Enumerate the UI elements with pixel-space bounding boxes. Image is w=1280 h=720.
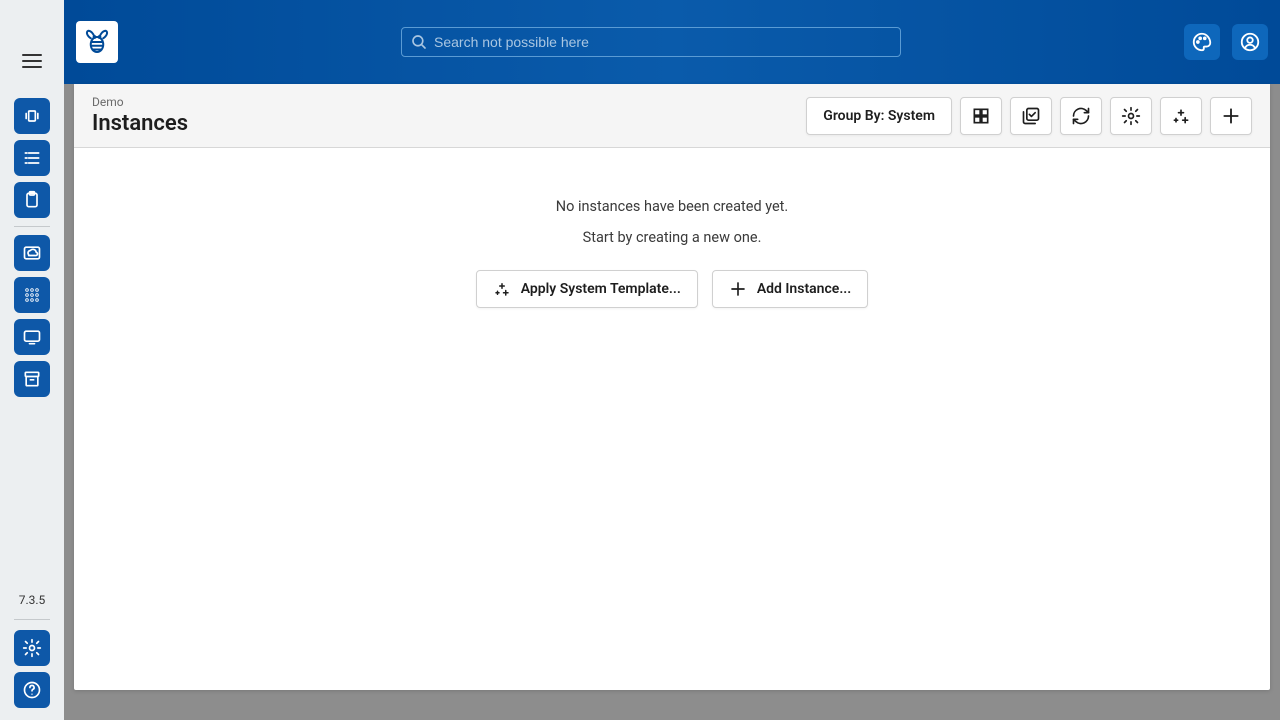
- theme-button[interactable]: [1184, 24, 1220, 60]
- sparkle-icon: [493, 280, 511, 298]
- sidebar-divider: [14, 226, 50, 227]
- content-card: Demo Instances Group By: System: [74, 84, 1270, 690]
- sidebar-divider-bottom: [14, 619, 50, 620]
- app-logo[interactable]: [76, 21, 118, 63]
- group-by-button[interactable]: Group By: System: [806, 97, 952, 135]
- check-stack-icon: [1021, 106, 1041, 126]
- apps-grid-icon: [22, 285, 42, 305]
- sidebar-item-archive[interactable]: [14, 361, 50, 397]
- monitor-icon: [22, 327, 42, 347]
- empty-message-2: Start by creating a new one.: [583, 229, 762, 246]
- help-icon: [22, 680, 42, 700]
- account-button[interactable]: [1232, 24, 1268, 60]
- sidebar-item-list[interactable]: [14, 140, 50, 176]
- apply-template-label: Apply System Template...: [521, 281, 681, 297]
- view-grid-button[interactable]: [960, 97, 1002, 135]
- sync-button[interactable]: [1060, 97, 1102, 135]
- archive-icon: [22, 369, 42, 389]
- main-region: Demo Instances Group By: System: [64, 0, 1280, 720]
- topbar: [64, 0, 1280, 84]
- sidebar-item-apps[interactable]: [14, 277, 50, 313]
- search-box[interactable]: [401, 27, 901, 57]
- apply-template-button[interactable]: Apply System Template...: [476, 270, 698, 308]
- card-header: Demo Instances Group By: System: [74, 84, 1270, 148]
- list-icon: [22, 148, 42, 168]
- hamburger-icon: [20, 49, 44, 73]
- account-icon: [1239, 31, 1261, 53]
- search-input[interactable]: [434, 34, 892, 50]
- version-label: 7.3.5: [19, 593, 46, 607]
- gear-icon: [1121, 106, 1141, 126]
- plus-icon: [1221, 106, 1241, 126]
- sidebar-item-help[interactable]: [14, 672, 50, 708]
- palette-icon: [1191, 31, 1213, 53]
- template-button[interactable]: [1160, 97, 1202, 135]
- cloud-icon: [22, 243, 42, 263]
- sidebar-item-monitor[interactable]: [14, 319, 50, 355]
- settings-button[interactable]: [1110, 97, 1152, 135]
- add-instance-label: Add Instance...: [757, 281, 851, 297]
- instances-icon: [22, 106, 42, 126]
- sidebar-item-instances[interactable]: [14, 98, 50, 134]
- header-actions: Group By: System: [806, 97, 1252, 135]
- add-instance-button[interactable]: Add Instance...: [712, 270, 868, 308]
- sidebar-item-clipboard[interactable]: [14, 182, 50, 218]
- search-icon: [410, 33, 428, 51]
- bee-logo-icon: [82, 27, 112, 57]
- gear-icon: [22, 638, 42, 658]
- clipboard-icon: [22, 190, 42, 210]
- menu-toggle-button[interactable]: [11, 40, 53, 82]
- grid-view-icon: [971, 106, 991, 126]
- add-button[interactable]: [1210, 97, 1252, 135]
- empty-message-1: No instances have been created yet.: [556, 198, 789, 215]
- empty-state: No instances have been created yet. Star…: [74, 148, 1270, 690]
- sidebar-item-settings[interactable]: [14, 630, 50, 666]
- plus-icon: [729, 280, 747, 298]
- sidebar: 7.3.5: [0, 0, 64, 720]
- sync-icon: [1071, 106, 1091, 126]
- breadcrumb: Demo: [92, 95, 188, 109]
- sparkle-icon: [1171, 106, 1191, 126]
- bulk-select-button[interactable]: [1010, 97, 1052, 135]
- page-title: Instances: [92, 111, 188, 136]
- sidebar-item-cloud[interactable]: [14, 235, 50, 271]
